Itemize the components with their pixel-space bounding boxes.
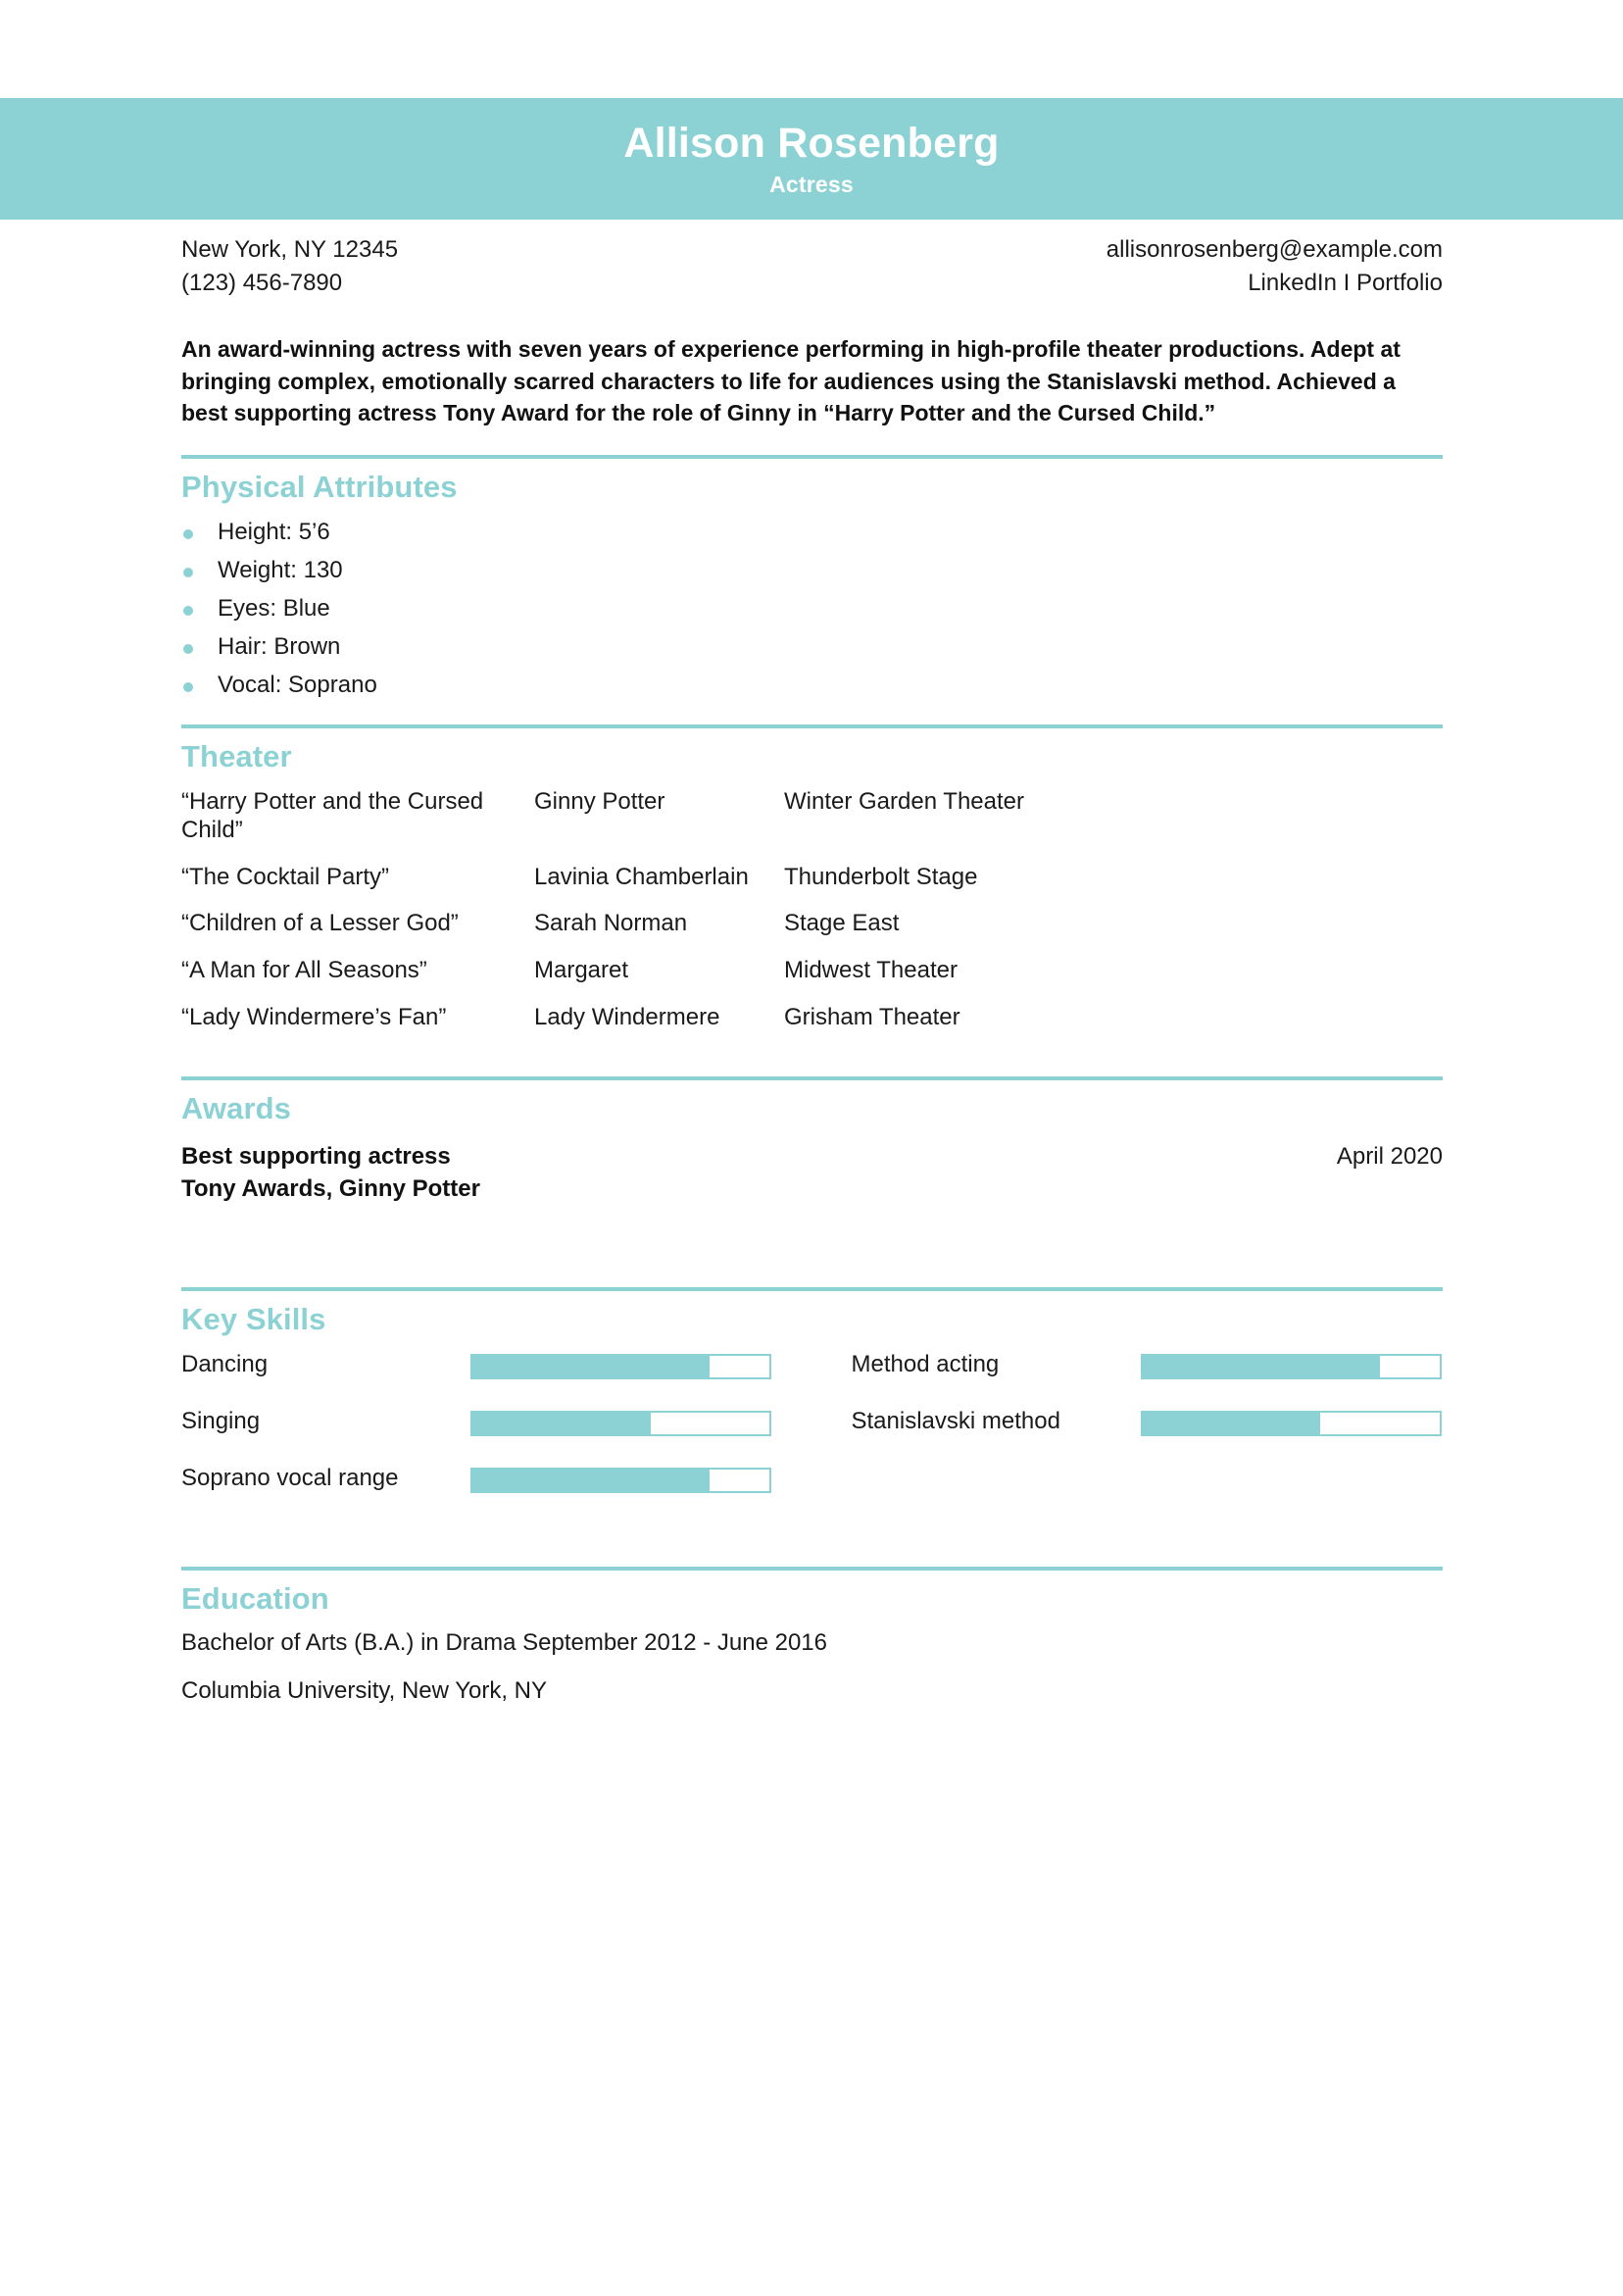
- theater-venue: Stage East: [784, 910, 900, 937]
- skills-spacer: [181, 1522, 1443, 1541]
- skill-label: Soprano vocal range: [181, 1464, 399, 1491]
- contact-block: New York, NY 12345 (123) 456-7890 alliso…: [181, 233, 1443, 300]
- theater-show: “Children of a Lesser God”: [181, 910, 459, 937]
- section-theater: Theater “Harry Potter and the Cursed Chi…: [181, 724, 1443, 1051]
- skill-level-fill: [472, 1469, 711, 1491]
- skill-item: Dancing: [181, 1351, 773, 1392]
- skill-level-bar: [1140, 1410, 1442, 1436]
- list-item-label: Height: 5’6: [218, 518, 330, 545]
- physical-attributes-list: Height: 5’6 Weight: 130 Eyes: Blue Hair:…: [181, 519, 1443, 699]
- bullet-icon: [183, 606, 193, 617]
- section-key-skills: Key Skills Dancing Method acting Singing: [181, 1286, 1443, 1541]
- header-subtitle: Actress: [769, 172, 854, 197]
- skill-level-fill: [1142, 1355, 1380, 1377]
- section-awards: Awards Best supporting actress Tony Awar…: [181, 1075, 1443, 1262]
- skill-level-bar: [1140, 1353, 1442, 1379]
- list-item-label: Eyes: Blue: [218, 595, 330, 623]
- education-institution: Columbia University, New York, NY: [181, 1677, 548, 1705]
- bullet-icon: [183, 644, 193, 655]
- skill-level-fill: [472, 1412, 651, 1434]
- section-title-education: Education: [181, 1580, 329, 1616]
- section-education: Education Bachelor of Arts (B.A.) in Dra…: [181, 1566, 1443, 1706]
- theater-show: “Harry Potter and the Cursed Child”: [181, 788, 484, 843]
- theater-role: Lady Windermere: [534, 1004, 720, 1030]
- section-divider: [181, 1566, 1443, 1571]
- theater-venue: Winter Garden Theater: [784, 788, 1025, 816]
- contact-right-column: allisonrosenberg@example.com LinkedIn I …: [1107, 233, 1443, 300]
- theater-venue: Grisham Theater: [784, 1004, 960, 1030]
- theater-role: Lavinia Chamberlain: [534, 863, 749, 890]
- section-title-key-skills: Key Skills: [181, 1301, 326, 1336]
- list-item: Weight: 130: [181, 557, 1443, 584]
- award-subtitle: Tony Awards, Ginny Potter: [181, 1174, 480, 1202]
- bullet-icon: [183, 567, 193, 577]
- professional-summary: An award-winning actress with seven year…: [181, 336, 1401, 426]
- section-divider: [181, 455, 1443, 460]
- list-item-label: Vocal: Soprano: [218, 672, 377, 699]
- table-row: “A Man for All Seasons” Margaret Midwest…: [181, 957, 1443, 1004]
- table-row: “The Cocktail Party” Lavinia Chamberlain…: [181, 864, 1443, 911]
- contact-email[interactable]: allisonrosenberg@example.com: [1107, 233, 1443, 267]
- award-text: Best supporting actress Tony Awards, Gin…: [181, 1140, 480, 1205]
- list-item: Height: 5’6: [181, 519, 1443, 546]
- contact-location: New York, NY 12345: [181, 236, 399, 263]
- list-item-label: Weight: 130: [218, 556, 343, 583]
- skill-label: Dancing: [181, 1350, 269, 1377]
- skill-item: Method acting: [852, 1351, 1444, 1392]
- theater-role: Sarah Norman: [534, 910, 688, 937]
- skill-item: Stanislavski method: [852, 1408, 1444, 1449]
- award-entry: Best supporting actress Tony Awards, Gin…: [181, 1140, 1443, 1205]
- theater-show: “Lady Windermere’s Fan”: [181, 1004, 447, 1030]
- table-row: “Children of a Lesser God” Sarah Norman …: [181, 910, 1443, 957]
- awards-spacer: [181, 1205, 1443, 1262]
- list-item: Vocal: Soprano: [181, 672, 1443, 699]
- award-date: April 2020: [1336, 1142, 1443, 1170]
- skill-label: Singing: [181, 1407, 261, 1434]
- theater-venue: Thunderbolt Stage: [784, 863, 978, 890]
- section-title-awards: Awards: [181, 1090, 292, 1125]
- section-divider: [181, 1286, 1443, 1291]
- skill-label: Stanislavski method: [851, 1407, 1060, 1434]
- table-row: “Harry Potter and the Cursed Child” Ginn…: [181, 788, 1443, 864]
- table-row: “Lady Windermere’s Fan” Lady Windermere …: [181, 1004, 1443, 1051]
- section-title-theater: Theater: [181, 739, 292, 774]
- skill-label: Method acting: [851, 1350, 1000, 1377]
- theater-venue: Midwest Theater: [784, 957, 958, 984]
- contact-phone[interactable]: (123) 456-7890: [181, 267, 398, 300]
- skill-item: Soprano vocal range: [181, 1465, 773, 1506]
- education-degree: Bachelor of Arts (B.A.) in Drama Septemb…: [181, 1629, 828, 1657]
- resume-header-band: Allison Rosenberg Actress: [0, 98, 1623, 220]
- resume-body: New York, NY 12345 (123) 456-7890 alliso…: [181, 233, 1443, 1725]
- skill-item: Singing: [181, 1408, 773, 1449]
- bullet-icon: [183, 528, 193, 539]
- theater-role: Ginny Potter: [534, 788, 665, 816]
- section-title-physical-attributes: Physical Attributes: [181, 470, 458, 505]
- list-item: Hair: Brown: [181, 633, 1443, 661]
- skill-level-bar: [470, 1353, 771, 1379]
- page-title: Allison Rosenberg: [623, 119, 1000, 167]
- theater-show: “A Man for All Seasons”: [181, 957, 427, 984]
- section-divider: [181, 724, 1443, 729]
- theater-credits-table: “Harry Potter and the Cursed Child” Ginn…: [181, 788, 1443, 1051]
- list-item-label: Hair: Brown: [218, 633, 341, 661]
- bullet-icon: [183, 682, 193, 693]
- resume-page: Allison Rosenberg Actress New York, NY 1…: [0, 0, 1623, 2296]
- award-title: Best supporting actress: [181, 1142, 451, 1170]
- contact-links[interactable]: LinkedIn I Portfolio: [1107, 267, 1443, 300]
- section-physical-attributes: Physical Attributes Height: 5’6 Weight: …: [181, 455, 1443, 699]
- contact-left-column: New York, NY 12345 (123) 456-7890: [181, 233, 398, 300]
- theater-show: “The Cocktail Party”: [181, 863, 390, 890]
- skills-grid: Dancing Method acting Singing Stanislavs…: [181, 1351, 1443, 1522]
- skill-level-bar: [470, 1410, 771, 1436]
- skill-level-fill: [1142, 1412, 1321, 1434]
- skill-level-fill: [472, 1355, 711, 1377]
- skill-level-bar: [470, 1467, 771, 1493]
- section-divider: [181, 1075, 1443, 1080]
- theater-role: Margaret: [534, 957, 629, 984]
- list-item: Eyes: Blue: [181, 595, 1443, 623]
